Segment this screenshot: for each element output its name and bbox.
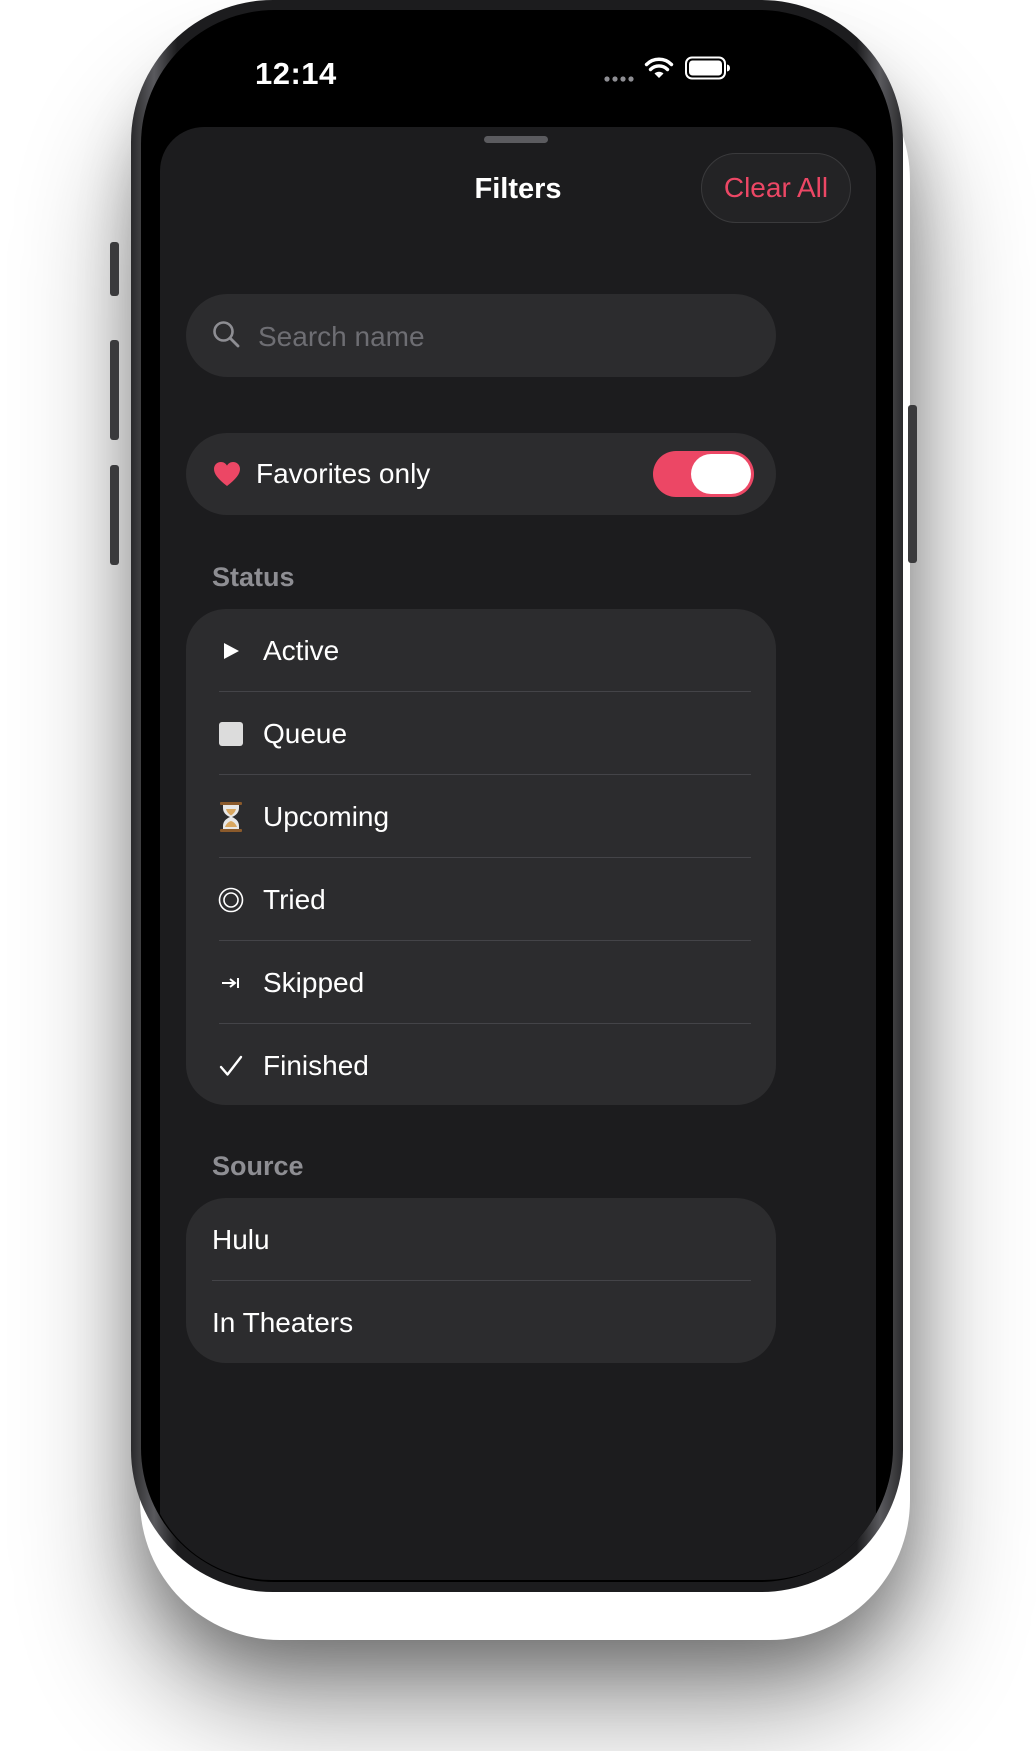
status-label-upcoming: Upcoming bbox=[263, 800, 390, 832]
checkmark-icon bbox=[216, 1051, 246, 1081]
status-time: 12:14 bbox=[255, 56, 337, 91]
status-row-active[interactable]: Active bbox=[186, 609, 776, 692]
search-field[interactable] bbox=[186, 294, 776, 379]
status-row-skipped[interactable]: Skipped bbox=[186, 941, 776, 1024]
wifi-icon bbox=[644, 56, 674, 85]
source-section-header: Source bbox=[212, 1151, 304, 1181]
action-button bbox=[110, 242, 119, 296]
volume-down-button bbox=[110, 465, 119, 565]
status-bar: 12:14 bbox=[144, 14, 892, 134]
favorites-only-label: Favorites only bbox=[256, 458, 431, 489]
source-list: Hulu In Theaters bbox=[186, 1198, 776, 1363]
battery-icon bbox=[685, 56, 731, 85]
source-label-in-theaters: In Theaters bbox=[212, 1306, 354, 1338]
status-label-finished: Finished bbox=[263, 1049, 369, 1081]
toggle-knob bbox=[691, 454, 751, 494]
status-label-active: Active bbox=[263, 634, 340, 666]
status-list: Active Queue Upcoming Tried Skipped Fini… bbox=[186, 609, 776, 1105]
hourglass-icon bbox=[216, 801, 246, 832]
play-icon bbox=[216, 636, 246, 666]
device-frame-stage: 12:14 Filters Clear All Search name Favo… bbox=[0, 0, 1036, 1751]
cellular-signal-icon bbox=[604, 70, 636, 88]
status-section-header: Status bbox=[212, 562, 295, 592]
status-label-tried: Tried bbox=[263, 883, 326, 915]
search-input[interactable] bbox=[256, 294, 740, 379]
screen: 12:14 Filters Clear All Search name Favo… bbox=[144, 14, 892, 1580]
status-label-skipped: Skipped bbox=[263, 966, 365, 998]
source-label-hulu: Hulu bbox=[212, 1223, 270, 1255]
target-circle-icon bbox=[216, 885, 246, 915]
status-row-finished[interactable]: Finished bbox=[186, 1024, 776, 1105]
status-row-tried[interactable]: Tried bbox=[186, 858, 776, 941]
sheet-grabber[interactable] bbox=[484, 136, 548, 143]
source-row-hulu[interactable]: Hulu bbox=[186, 1198, 776, 1281]
heart-icon bbox=[213, 461, 241, 492]
favorites-only-row[interactable]: Favorites only bbox=[186, 433, 776, 515]
source-row-in-theaters[interactable]: In Theaters bbox=[186, 1281, 776, 1363]
status-row-queue[interactable]: Queue bbox=[186, 692, 776, 775]
volume-up-button bbox=[110, 340, 119, 440]
filters-sheet: Filters Clear All Favorites only bbox=[160, 127, 876, 1580]
clear-all-button[interactable]: Clear All bbox=[701, 153, 851, 223]
skip-arrow-icon bbox=[216, 968, 246, 998]
status-label-queue: Queue bbox=[263, 717, 348, 749]
stop-square-icon bbox=[216, 719, 246, 749]
power-button bbox=[908, 405, 917, 563]
favorites-only-toggle[interactable] bbox=[653, 451, 754, 497]
status-row-upcoming[interactable]: Upcoming bbox=[186, 775, 776, 858]
